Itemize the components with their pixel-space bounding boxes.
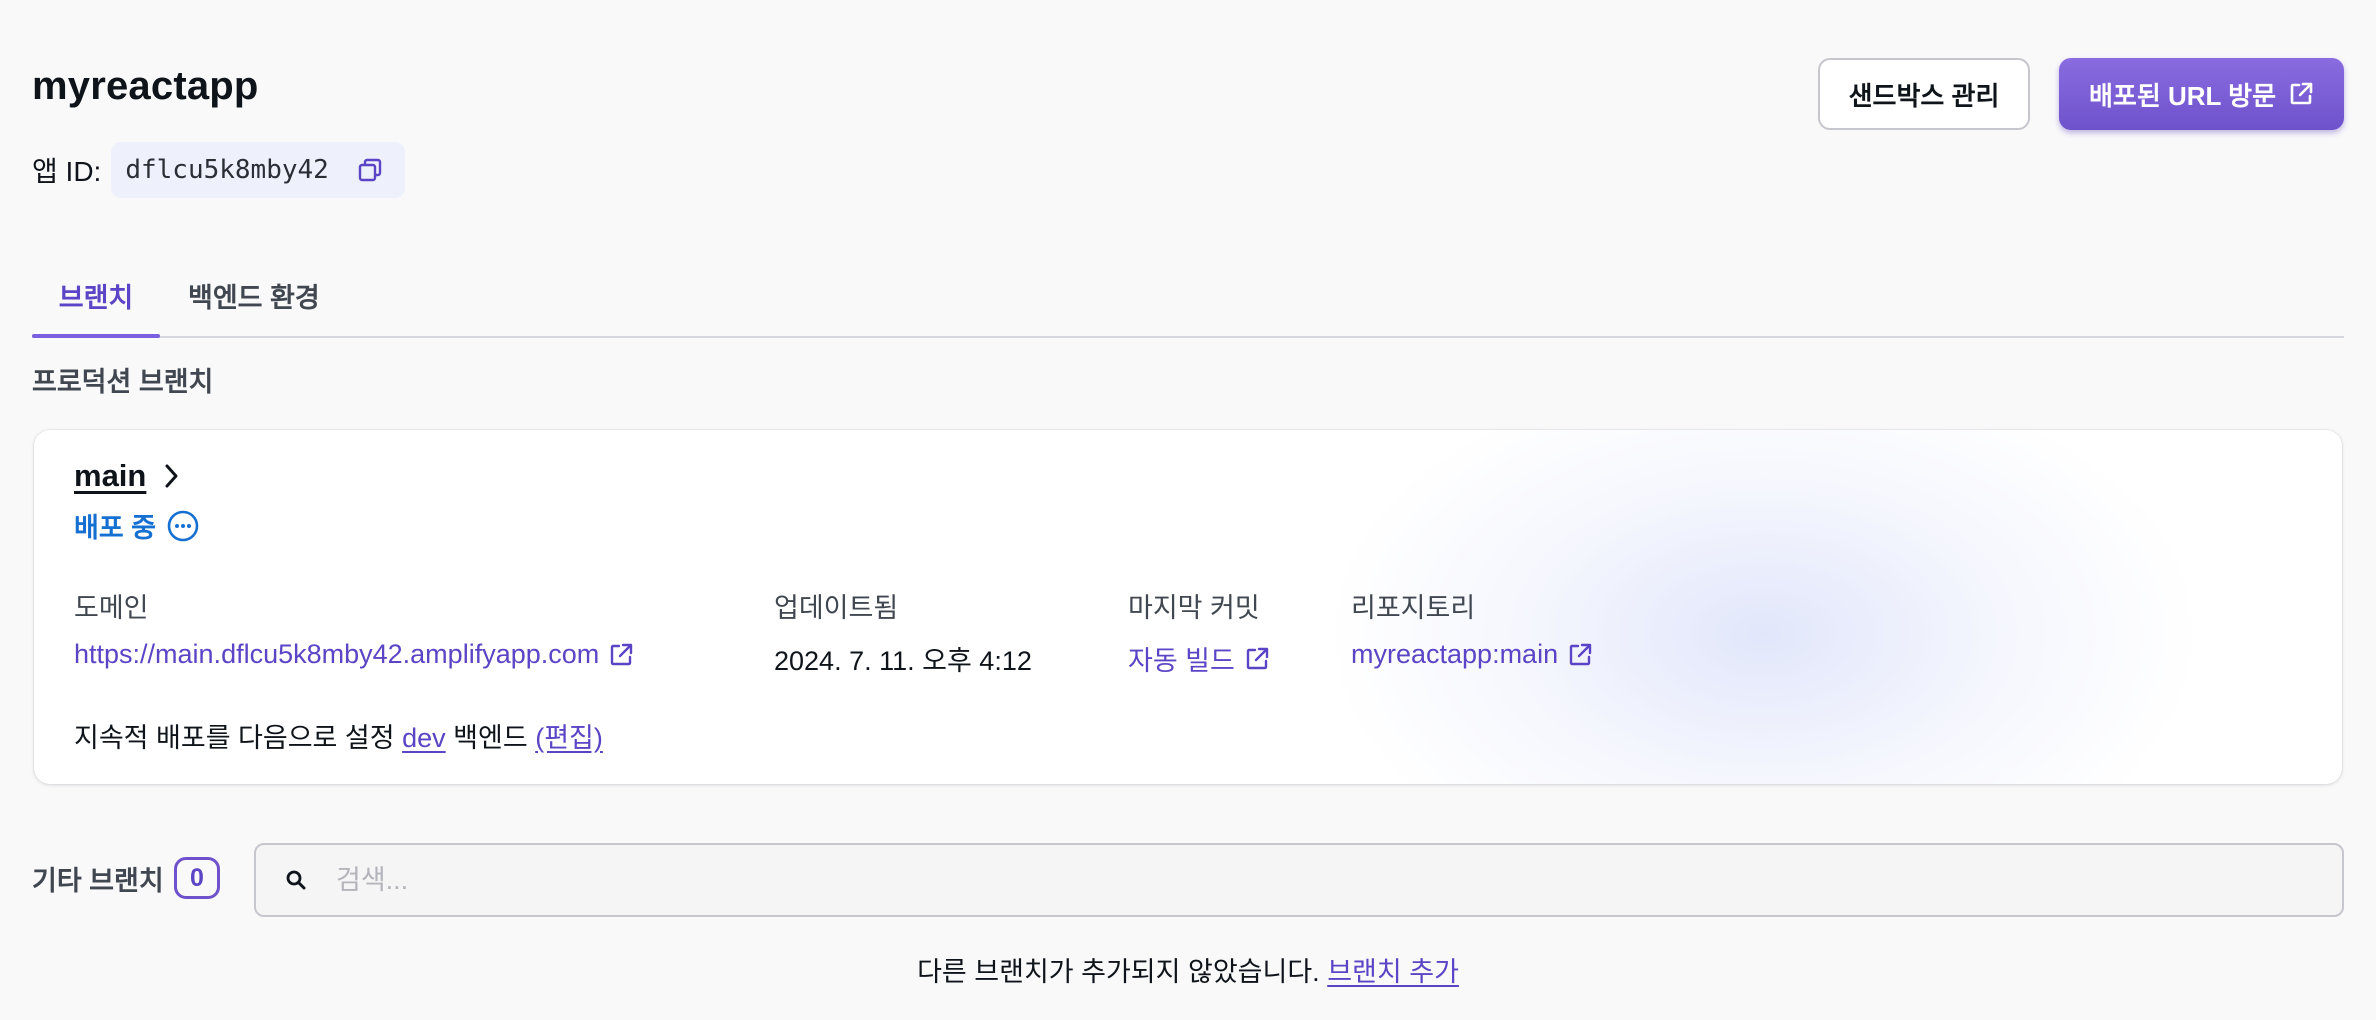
edit-continuous-deploy-link[interactable]: (편집): [535, 723, 603, 753]
tab-branches[interactable]: 브랜치: [32, 276, 160, 315]
repository-value-row[interactable]: myreactapp:main: [1351, 639, 1594, 670]
manage-sandbox-button[interactable]: 샌드박스 관리: [1818, 58, 2030, 130]
external-link-icon: [2290, 82, 2313, 105]
production-branch-heading: 프로덕션 브랜치: [32, 367, 214, 397]
external-link-icon: [1569, 643, 1592, 665]
external-link-icon: [1246, 647, 1269, 669]
search-icon: [286, 870, 306, 890]
other-branches-label: 기타 브랜치: [32, 866, 164, 896]
app-id-row: 앱 ID: dflcu5k8mby42: [32, 142, 405, 198]
manage-sandbox-label: 샌드박스 관리: [1848, 80, 2000, 111]
visit-deployed-url-button[interactable]: 배포된 URL 방문: [2059, 58, 2344, 130]
last-commit-value-row[interactable]: 자동 빌드: [1128, 639, 1271, 678]
last-commit-field: 마지막 커밋 자동 빌드: [1128, 586, 1271, 678]
empty-branches-text: 다른 브랜치가 추가되지 않았습니다.: [917, 957, 1320, 987]
updated-field: 업데이트됨 2024. 7. 11. 오후 4:12: [774, 586, 1032, 678]
add-branch-link[interactable]: 브랜치 추가: [1327, 957, 1459, 987]
app-header: myreactapp 앱 ID: dflcu5k8mby42 샌드박스 관리 배…: [32, 58, 2344, 202]
app-id-chip: dflcu5k8mby42: [111, 142, 405, 198]
active-tab-indicator: [32, 334, 160, 338]
app-id-value: dflcu5k8mby42: [125, 155, 329, 185]
domain-field: 도메인 https://main.dflcu5k8mby42.amplifyap…: [74, 586, 635, 670]
branch-name-row[interactable]: main: [74, 458, 182, 494]
branch-name-link[interactable]: main: [74, 458, 146, 494]
external-link-icon: [611, 643, 633, 665]
copy-icon[interactable]: [355, 155, 385, 185]
last-commit-label: 마지막 커밋: [1128, 593, 1260, 623]
tab-bar: 브랜치 백엔드 환경: [32, 262, 2344, 338]
app-id-label: 앱 ID:: [32, 156, 102, 187]
visit-deployed-url-label: 배포된 URL 방문: [2088, 80, 2276, 111]
branch-search-box[interactable]: [254, 843, 2344, 917]
repository-field: 리포지토리 myreactapp:main: [1351, 586, 1594, 670]
domain-label: 도메인: [74, 593, 149, 623]
updated-value: 2024. 7. 11. 오후 4:12: [774, 646, 1032, 676]
repository-label: 리포지토리: [1351, 593, 1476, 623]
app-title: myreactapp: [32, 64, 259, 108]
empty-branches-message: 다른 브랜치가 추가되지 않았습니다. 브랜치 추가: [0, 950, 2376, 989]
continuous-deploy-suffix: 백엔드: [453, 723, 528, 753]
deploy-status: 배포 중: [74, 506, 200, 545]
continuous-deploy-prefix: 지속적 배포를 다음으로 설정: [74, 723, 395, 753]
backend-env-link[interactable]: dev: [402, 723, 446, 753]
in-progress-icon: [167, 510, 199, 541]
chevron-right-icon[interactable]: [162, 463, 182, 489]
deploy-status-text: 배포 중: [74, 513, 157, 543]
production-branch-card: main 배포 중 도메인 https://main.dflcu5k8mby42…: [34, 430, 2342, 784]
other-branches-count-badge: 0: [174, 857, 220, 899]
continuous-deploy-row: 지속적 배포를 다음으로 설정 dev 백엔드 (편집): [74, 716, 603, 755]
branch-search-input[interactable]: [334, 863, 2216, 897]
updated-label: 업데이트됨: [774, 593, 899, 623]
domain-link[interactable]: https://main.dflcu5k8mby42.amplifyapp.co…: [74, 639, 599, 670]
repository-link[interactable]: myreactapp:main: [1351, 639, 1558, 670]
tab-backend-environments[interactable]: 백엔드 환경: [188, 276, 320, 315]
domain-value-row[interactable]: https://main.dflcu5k8mby42.amplifyapp.co…: [74, 639, 635, 670]
last-commit-link[interactable]: 자동 빌드: [1128, 639, 1235, 678]
other-branches-row: 기타 브랜치 0: [32, 843, 2344, 919]
